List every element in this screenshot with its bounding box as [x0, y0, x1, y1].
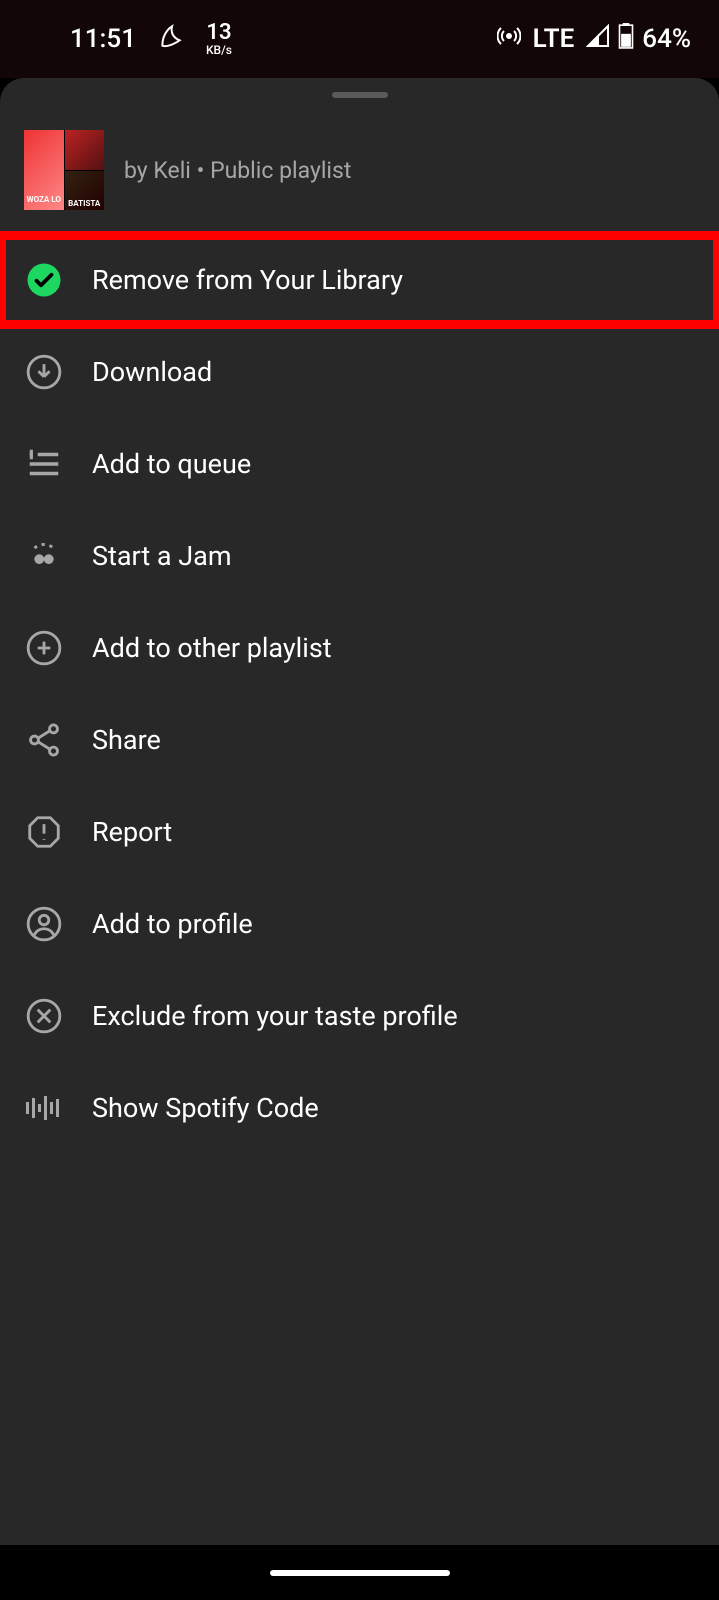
menu-label: Exclude from your taste profile	[92, 1000, 458, 1032]
hotspot-icon	[497, 24, 521, 55]
menu-label: Show Spotify Code	[92, 1092, 319, 1124]
share-icon	[24, 720, 64, 760]
exclude-icon	[24, 996, 64, 1036]
check-circle-icon	[24, 260, 64, 300]
menu-add-to-queue[interactable]: Add to queue	[0, 418, 719, 510]
menu-label: Add to other playlist	[92, 632, 332, 664]
menu-add-to-playlist[interactable]: Add to other playlist	[0, 602, 719, 694]
status-left: 11:51 13 KB/s	[70, 22, 232, 56]
status-time: 11:51	[70, 24, 136, 54]
menu-spotify-code[interactable]: Show Spotify Code	[0, 1062, 719, 1154]
menu-label: Start a Jam	[92, 540, 232, 572]
spotify-code-icon	[24, 1088, 64, 1128]
network-speed: 13 KB/s	[206, 22, 232, 56]
menu-report[interactable]: Report	[0, 786, 719, 878]
pdf-icon	[158, 23, 184, 56]
android-nav-bar[interactable]	[0, 1545, 719, 1600]
menu-start-jam[interactable]: Start a Jam	[0, 510, 719, 602]
jam-icon	[24, 536, 64, 576]
menu-download[interactable]: Download	[0, 326, 719, 418]
status-bar: 11:51 13 KB/s LTE 64%	[0, 0, 719, 78]
playlist-header: WOZA LO BATISTA by Keli • Public playlis…	[0, 122, 719, 228]
menu-label: Download	[92, 356, 212, 388]
bottom-sheet: WOZA LO BATISTA by Keli • Public playlis…	[0, 78, 719, 1545]
add-circle-icon	[24, 628, 64, 668]
profile-icon	[24, 904, 64, 944]
battery-icon	[618, 23, 634, 56]
playlist-meta: by Keli • Public playlist	[124, 157, 351, 184]
context-menu: Remove from Your Library Download Add to…	[0, 234, 719, 1154]
menu-label: Add to queue	[92, 448, 251, 480]
queue-icon	[24, 444, 64, 484]
menu-remove-from-library[interactable]: Remove from Your Library	[0, 234, 719, 326]
status-right: LTE 64%	[497, 23, 691, 56]
menu-label: Remove from Your Library	[92, 264, 403, 296]
home-indicator[interactable]	[270, 1570, 450, 1576]
menu-exclude-taste[interactable]: Exclude from your taste profile	[0, 970, 719, 1062]
menu-label: Report	[92, 816, 172, 848]
download-icon	[24, 352, 64, 392]
drag-handle[interactable]	[332, 92, 388, 98]
report-icon	[24, 812, 64, 852]
playlist-cover: WOZA LO BATISTA	[24, 130, 104, 210]
menu-share[interactable]: Share	[0, 694, 719, 786]
battery-percent: 64%	[642, 24, 691, 54]
signal-icon	[586, 24, 610, 55]
network-type: LTE	[533, 24, 575, 54]
menu-label: Add to profile	[92, 908, 253, 940]
menu-label: Share	[92, 724, 161, 756]
menu-add-to-profile[interactable]: Add to profile	[0, 878, 719, 970]
